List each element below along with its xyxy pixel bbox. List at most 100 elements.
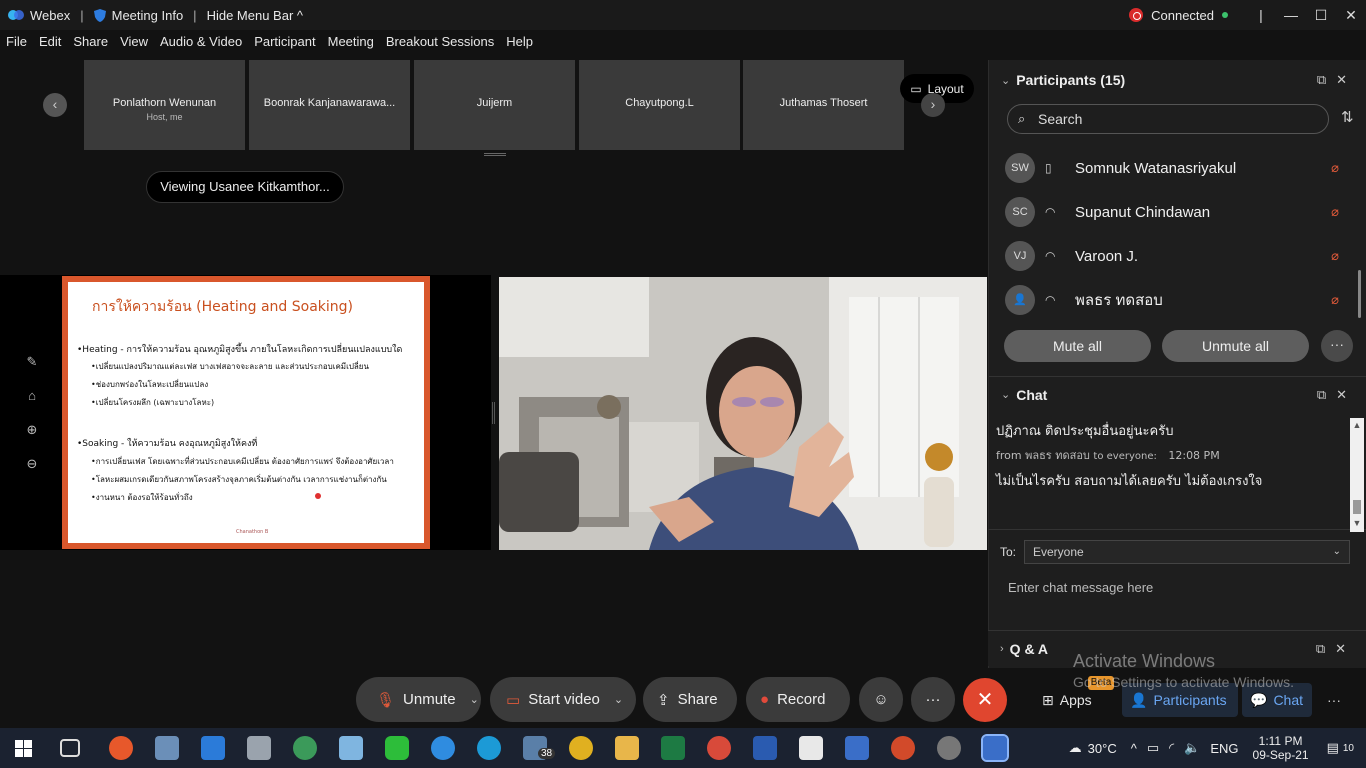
app-icon[interactable] xyxy=(109,736,133,760)
maximize-button[interactable]: ☐ xyxy=(1306,7,1336,24)
panel-popout-close-icons[interactable]: ⧉✕ xyxy=(1317,72,1357,88)
filmstrip-next-button[interactable]: › xyxy=(921,93,945,117)
participants-scrollbar[interactable] xyxy=(1358,270,1361,318)
video-tile[interactable]: Boonrak Kanjanawarawa... xyxy=(249,60,410,150)
more-panels-button[interactable]: ··· xyxy=(1322,683,1346,717)
menu-help[interactable]: Help xyxy=(506,34,533,56)
participant-row[interactable]: SC ◠ Supanut Chindawan ⌀ xyxy=(1005,192,1355,232)
mic-muted-icon[interactable]: ⌀ xyxy=(1331,292,1339,308)
webex-meeting-icon[interactable] xyxy=(981,734,1009,762)
chevron-right-icon[interactable]: › xyxy=(1000,643,1004,655)
powerpoint-icon[interactable] xyxy=(891,736,915,760)
app-icon[interactable] xyxy=(937,736,961,760)
recipient-select[interactable]: Everyone ⌄ xyxy=(1024,540,1350,564)
unmute-all-button[interactable]: Unmute all xyxy=(1162,330,1309,362)
edge-icon[interactable] xyxy=(477,736,501,760)
annotate-icon[interactable]: ✎ xyxy=(18,345,46,379)
menu-file[interactable]: File xyxy=(6,34,27,56)
chevron-down-icon[interactable]: ⌄ xyxy=(1001,388,1010,401)
reactions-button[interactable]: ☺ xyxy=(859,677,903,722)
end-meeting-button[interactable]: ✕ xyxy=(963,678,1007,722)
webex-icon[interactable] xyxy=(845,736,869,760)
app-icon[interactable] xyxy=(155,736,179,760)
pdf-icon[interactable] xyxy=(799,736,823,760)
chevron-down-icon[interactable]: ⌄ xyxy=(1001,74,1010,87)
chevron-down-icon[interactable]: ⌄ xyxy=(470,693,479,706)
participants-more-button[interactable]: ··· xyxy=(1321,330,1353,362)
wifi-icon[interactable]: ◜ xyxy=(1169,740,1174,756)
word-icon[interactable] xyxy=(753,736,777,760)
notification-icon[interactable]: ▤ xyxy=(1327,740,1339,756)
weather-temp[interactable]: 30°C xyxy=(1088,741,1117,756)
zoom-in-icon[interactable]: ⊕ xyxy=(18,413,46,447)
calendar-icon[interactable] xyxy=(201,736,225,760)
filmstrip-prev-button[interactable]: ‹ xyxy=(43,93,67,117)
split-resize-handle[interactable] xyxy=(492,402,495,424)
task-view-icon[interactable] xyxy=(60,739,80,757)
participant-row[interactable]: SW ▯ Somnuk Watanasriyakul ⌀ xyxy=(1005,148,1355,188)
chrome-icon[interactable] xyxy=(707,736,731,760)
chat-input[interactable]: Enter chat message here xyxy=(1008,580,1153,595)
mic-muted-icon[interactable]: ⌀ xyxy=(1331,160,1339,176)
remote-control-icon[interactable]: ⌂ xyxy=(18,379,46,413)
clock[interactable]: 1:11 PM 09-Sep-21 xyxy=(1253,734,1309,762)
unmute-button[interactable]: 🎙 Unmute ⌄ xyxy=(356,677,481,722)
menu-edit[interactable]: Edit xyxy=(39,34,61,56)
video-tile[interactable]: Chayutpong.L xyxy=(579,60,740,150)
start-video-button[interactable]: ▭ Start video ⌄ xyxy=(490,677,636,722)
menu-participant[interactable]: Participant xyxy=(254,34,315,56)
chevron-down-icon: ⌄ xyxy=(1332,546,1341,557)
avatar: SC xyxy=(1005,197,1035,227)
video-tile[interactable]: Juijerm xyxy=(414,60,575,150)
language-indicator[interactable]: ENG xyxy=(1210,741,1238,756)
menu-audio-video[interactable]: Audio & Video xyxy=(160,34,242,56)
hide-menu-bar-button[interactable]: Hide Menu Bar ^ xyxy=(207,8,303,23)
mic-muted-icon[interactable]: ⌀ xyxy=(1331,204,1339,220)
menu-breakout-sessions[interactable]: Breakout Sessions xyxy=(386,34,494,56)
panel-popout-close-icons[interactable]: ⧉✕ xyxy=(1317,387,1357,403)
chrome-icon[interactable] xyxy=(569,736,593,760)
menu-meeting[interactable]: Meeting xyxy=(328,34,374,56)
calculator-icon[interactable] xyxy=(247,736,271,760)
tray-chevron-icon[interactable]: ^ xyxy=(1131,741,1137,756)
minimize-button[interactable]: — xyxy=(1276,7,1306,23)
sort-icon[interactable]: ⇅ xyxy=(1341,108,1354,126)
menu-share[interactable]: Share xyxy=(73,34,108,56)
more-options-button[interactable]: ··· xyxy=(911,677,955,722)
panel-popout-close-icons[interactable]: ⧉✕ xyxy=(1316,641,1356,657)
tile-name: Boonrak Kanjanawarawa... xyxy=(263,97,396,109)
line-icon[interactable] xyxy=(385,736,409,760)
chat-header[interactable]: ⌄ Chat ⧉✕ xyxy=(989,376,1366,412)
viewing-indicator[interactable]: Viewing Usanee Kitkamthor... xyxy=(146,171,344,203)
filmstrip-resize-handle[interactable] xyxy=(484,153,506,156)
participant-search-input[interactable]: ⌕ Search xyxy=(1007,104,1329,134)
participant-row[interactable]: VJ ◠ Varoon J. ⌀ xyxy=(1005,236,1355,276)
chat-scrollbar[interactable]: ▲ ▼ xyxy=(1350,418,1364,532)
mic-muted-icon[interactable]: ⌀ xyxy=(1331,248,1339,264)
chevron-up-icon[interactable]: ▲ xyxy=(1350,420,1364,430)
windows-start-icon[interactable] xyxy=(15,740,32,757)
app-icon[interactable] xyxy=(339,736,363,760)
app-icon[interactable] xyxy=(293,736,317,760)
participant-row[interactable]: 👤 ◠ พลธร ทดสอบ ⌀ xyxy=(1005,280,1355,320)
battery-icon[interactable]: ▭ xyxy=(1147,740,1159,756)
participants-header[interactable]: ⌄ Participants (15) ⧉✕ xyxy=(989,62,1366,98)
chevron-down-icon[interactable]: ▼ xyxy=(1350,518,1364,528)
video-tile[interactable]: Juthamas Thosert xyxy=(743,60,904,150)
scroll-thumb[interactable] xyxy=(1353,500,1361,514)
close-window-button[interactable]: ✕ xyxy=(1336,7,1366,24)
mute-all-button[interactable]: Mute all xyxy=(1004,330,1151,362)
watermark-line1: Activate Windows xyxy=(1073,651,1216,671)
record-button[interactable]: ● Record xyxy=(746,677,850,722)
volume-icon[interactable]: 🔈 xyxy=(1184,740,1200,756)
meeting-info-button[interactable]: Meeting Info xyxy=(112,8,184,23)
zoom-out-icon[interactable]: ⊖ xyxy=(18,447,46,481)
file-explorer-icon[interactable] xyxy=(615,736,639,760)
menu-view[interactable]: View xyxy=(120,34,148,56)
video-tile[interactable]: Ponlathorn Wenunan Host, me xyxy=(84,60,245,150)
chevron-down-icon[interactable]: ⌄ xyxy=(614,693,623,706)
excel-icon[interactable] xyxy=(661,736,685,760)
weather-icon[interactable]: ☁ xyxy=(1069,740,1082,756)
internet-explorer-icon[interactable] xyxy=(431,736,455,760)
share-button[interactable]: ⇪ Share xyxy=(643,677,737,722)
